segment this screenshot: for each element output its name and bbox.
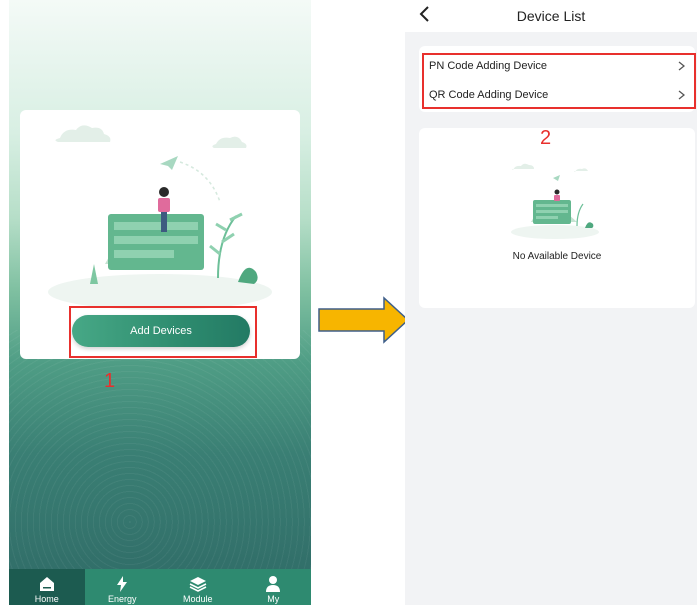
bottom-tab-bar: Home Energy Module My: [9, 569, 311, 605]
home-screen: Add Devices Home Energy Module My: [9, 0, 311, 605]
tab-label: Home: [34, 594, 59, 604]
right-arrow-icon: [318, 296, 410, 344]
tab-energy[interactable]: Energy: [85, 569, 161, 605]
tab-label: Module: [182, 594, 213, 604]
empty-state-text: No Available Device: [512, 251, 602, 262]
lightning-icon: [113, 575, 131, 593]
highlight-box-add-devices: [69, 306, 257, 358]
tab-my[interactable]: My: [236, 569, 312, 605]
tab-label: My: [267, 594, 280, 604]
header: Device List: [405, 0, 697, 32]
empty-device-card: No Available Device: [419, 128, 695, 308]
page-title: Device List: [516, 8, 586, 24]
home-icon: [38, 575, 56, 593]
tab-label: Energy: [107, 594, 137, 604]
step-number-2: 2: [540, 127, 552, 149]
tab-home[interactable]: Home: [9, 569, 85, 605]
user-icon: [264, 575, 282, 593]
background-pattern: [9, 330, 311, 570]
layers-icon: [189, 575, 207, 593]
step-number-1: 1: [104, 370, 116, 392]
tab-module[interactable]: Module: [160, 569, 236, 605]
empty-device-illustration: [511, 163, 599, 239]
highlight-box-add-methods: [422, 53, 696, 109]
empty-home-illustration: [48, 125, 272, 310]
